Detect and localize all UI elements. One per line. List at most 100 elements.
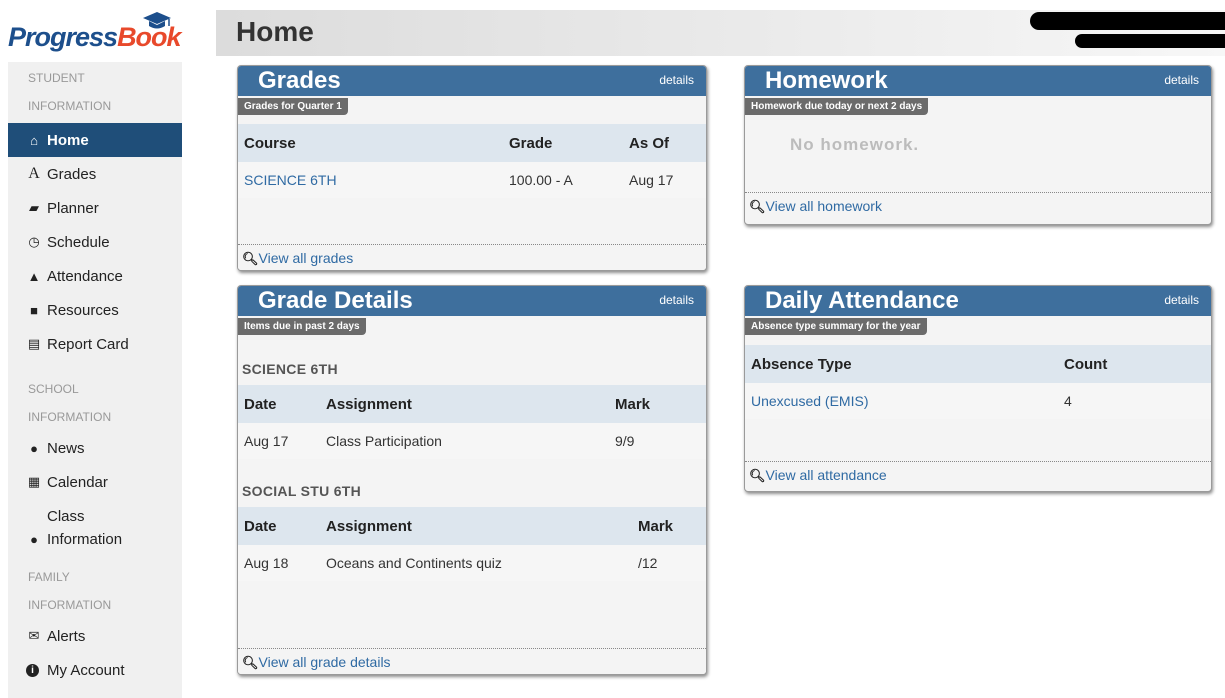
sidebar-item-class-information[interactable]: ● Class Information <box>8 499 182 557</box>
homework-tag: Homework due today or next 2 days <box>745 98 929 115</box>
attendance-details-link[interactable]: details <box>1164 293 1199 307</box>
course-heading: SOCIAL STU 6TH <box>238 475 706 507</box>
grade-details-table-social-studies: Date Assignment Mark Aug 18 Oceans and C… <box>238 507 706 581</box>
homework-widget: Homework details Homework due today or n… <box>744 65 1212 225</box>
grades-widget-header: Grades details <box>238 66 706 96</box>
date-cell: Aug 18 <box>238 545 320 581</box>
progressbook-logo[interactable]: ProgressBook <box>8 10 198 54</box>
sidebar-item-alerts[interactable]: ✉ Alerts <box>8 619 182 653</box>
grade-details-widget: Grade Details details Items due in past … <box>237 285 707 675</box>
grades-widget-title: Grades <box>258 67 341 94</box>
column-header-course: Course <box>238 124 503 162</box>
grade-details-footer: 🔍︎View all grade details <box>238 648 706 674</box>
sidebar-item-news[interactable]: ● News <box>8 431 182 465</box>
sidebar-item-home[interactable]: ⌂ Home <box>8 123 182 157</box>
comment-icon: ● <box>30 532 38 547</box>
sidebar-section-family: FAMILY INFORMATION <box>28 570 112 612</box>
card-icon: ▤ <box>27 336 41 351</box>
calendar-icon: ▦ <box>27 474 41 489</box>
assignment-cell: Class Participation <box>320 423 609 459</box>
redacted-student-id <box>1075 34 1225 48</box>
grades-icon: A <box>28 165 40 182</box>
view-all-grade-details-link[interactable]: View all grade details <box>259 654 391 670</box>
redacted-user-name <box>1030 12 1225 30</box>
magnifier-icon: 🔍︎ <box>749 468 766 483</box>
magnifier-icon: 🔍︎ <box>242 655 259 670</box>
sidebar-nav: STUDENT INFORMATION ⌂ Home A Grades ▰ Pl… <box>8 62 182 698</box>
attendance-footer: 🔍︎View all attendance <box>745 461 1211 487</box>
grades-widget: Grades details Grades for Quarter 1 Cour… <box>237 65 707 271</box>
course-heading: SCIENCE 6TH <box>238 353 706 385</box>
magnifier-icon: 🔍︎ <box>749 199 766 214</box>
clock-icon: ◷ <box>28 234 40 249</box>
grades-table: Course Grade As Of SCIENCE 6TH 100.00 - … <box>238 124 706 198</box>
column-header-grade: Grade <box>503 124 623 162</box>
sidebar-item-my-account[interactable]: i My Account <box>8 653 182 687</box>
column-header-assignment: Assignment <box>320 507 632 545</box>
info-icon: i <box>26 663 39 677</box>
grades-details-link[interactable]: details <box>659 73 694 87</box>
assignment-cell: Oceans and Continents quiz <box>320 545 632 581</box>
logo-text-progress: Progress <box>8 22 118 52</box>
absence-type-link[interactable]: Unexcused (EMIS) <box>751 393 868 409</box>
home-icon: ⌂ <box>30 132 38 148</box>
column-header-assignment: Assignment <box>320 385 609 423</box>
attendance-widget-title: Daily Attendance <box>765 287 959 314</box>
globe-icon: ● <box>30 440 38 456</box>
date-cell: Aug 17 <box>238 423 320 459</box>
attendance-table: Absence Type Count Unexcused (EMIS) 4 <box>745 345 1211 419</box>
sidebar-item-attendance[interactable]: ▲ Attendance <box>8 259 182 293</box>
magnifier-icon: 🔍︎ <box>242 251 259 266</box>
attendance-widget-header: Daily Attendance details <box>745 286 1211 316</box>
grade-details-widget-header: Grade Details details <box>238 286 706 316</box>
planner-icon: ▰ <box>29 200 39 215</box>
view-all-attendance-link[interactable]: View all attendance <box>766 467 887 483</box>
homework-widget-header: Homework details <box>745 66 1211 96</box>
mark-cell: 9/9 <box>609 423 706 459</box>
no-homework-message: No homework. <box>790 135 920 154</box>
grade-details-widget-title: Grade Details <box>258 287 413 314</box>
count-cell: 4 <box>1058 383 1211 419</box>
page-title: Home <box>236 16 314 47</box>
grades-footer: 🔍︎View all grades <box>238 244 706 270</box>
grade-details-table-science: Date Assignment Mark Aug 17 Class Partic… <box>238 385 706 459</box>
table-row: Aug 17 Class Participation 9/9 <box>238 423 706 459</box>
grades-tag: Grades for Quarter 1 <box>238 98 348 115</box>
sidebar-item-schedule[interactable]: ◷ Schedule <box>8 225 182 259</box>
column-header-date: Date <box>238 507 320 545</box>
as-of-cell: Aug 17 <box>623 162 706 198</box>
bell-icon: ▲ <box>27 268 41 284</box>
sidebar-item-planner[interactable]: ▰ Planner <box>8 191 182 225</box>
sidebar-item-resources[interactable]: ■ Resources <box>8 293 182 327</box>
table-row: SCIENCE 6TH 100.00 - A Aug 17 <box>238 162 706 198</box>
course-link[interactable]: SCIENCE 6TH <box>244 172 337 188</box>
column-header-mark: Mark <box>609 385 706 423</box>
envelope-icon: ✉ <box>28 628 40 643</box>
attendance-tag: Absence type summary for the year <box>745 318 927 335</box>
table-row: Aug 18 Oceans and Continents quiz /12 <box>238 545 706 581</box>
homework-widget-title: Homework <box>765 67 888 94</box>
sidebar-item-report-card[interactable]: ▤ Report Card <box>8 327 182 361</box>
sidebar-item-calendar[interactable]: ▦ Calendar <box>8 465 182 499</box>
page-header: Home <box>216 10 1225 56</box>
view-all-homework-link[interactable]: View all homework <box>766 198 882 214</box>
class-information-label: Class Information <box>47 508 123 548</box>
homework-details-link[interactable]: details <box>1164 73 1199 87</box>
column-header-as-of: As Of <box>623 124 706 162</box>
column-header-mark: Mark <box>632 507 706 545</box>
homework-footer: 🔍︎View all homework <box>745 192 1211 218</box>
grade-details-tag: Items due in past 2 days <box>238 318 366 335</box>
column-header-count: Count <box>1058 345 1211 383</box>
mark-cell: /12 <box>632 545 706 581</box>
sidebar-item-grades[interactable]: A Grades <box>8 157 182 191</box>
grade-cell: 100.00 - A <box>503 162 623 198</box>
graduation-cap-icon <box>143 12 171 29</box>
column-header-date: Date <box>238 385 320 423</box>
sidebar-section-school: SCHOOL INFORMATION <box>28 382 112 424</box>
file-icon: ■ <box>30 302 38 318</box>
view-all-grades-link[interactable]: View all grades <box>259 250 354 266</box>
table-row: Unexcused (EMIS) 4 <box>745 383 1211 419</box>
column-header-absence-type: Absence Type <box>745 345 1058 383</box>
grade-details-details-link[interactable]: details <box>659 293 694 307</box>
sidebar-section-student: STUDENT INFORMATION <box>28 71 112 113</box>
